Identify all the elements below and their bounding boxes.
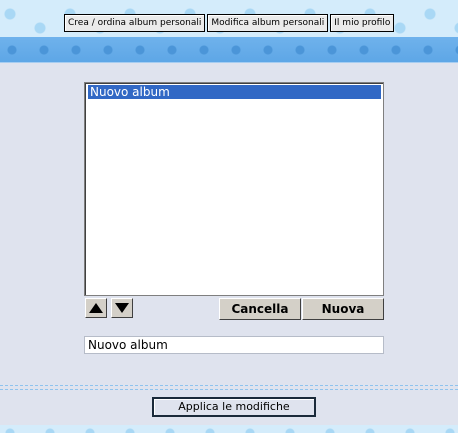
move-up-button[interactable] [85,298,107,318]
header-divider [0,62,458,63]
footer-paw-pattern [0,425,458,433]
divider-line [0,385,458,386]
header-band [0,37,458,63]
album-name-input[interactable]: Nuovo album [84,336,384,354]
top-navigation: Crea / ordina album personali Modifica a… [64,14,395,32]
apply-changes-button[interactable]: Applica le modifiche [152,397,316,417]
triangle-down-icon [115,303,129,313]
edit-albums-button[interactable]: Modifica album personali [207,14,329,32]
my-profile-button[interactable]: Il mio profilo [330,14,395,32]
header-paw-pattern: Crea / ordina album personali Modifica a… [0,0,458,37]
list-item[interactable]: Nuovo album [88,85,381,99]
divider-line [0,389,458,390]
move-down-button[interactable] [111,298,133,318]
album-listbox[interactable]: Nuovo album [84,82,384,296]
triangle-up-icon [89,303,103,313]
new-button[interactable]: Nuova [302,298,384,320]
list-item-label: Nuovo album [90,85,170,99]
delete-button[interactable]: Cancella [219,298,301,320]
create-order-albums-button[interactable]: Crea / ordina album personali [64,14,206,32]
